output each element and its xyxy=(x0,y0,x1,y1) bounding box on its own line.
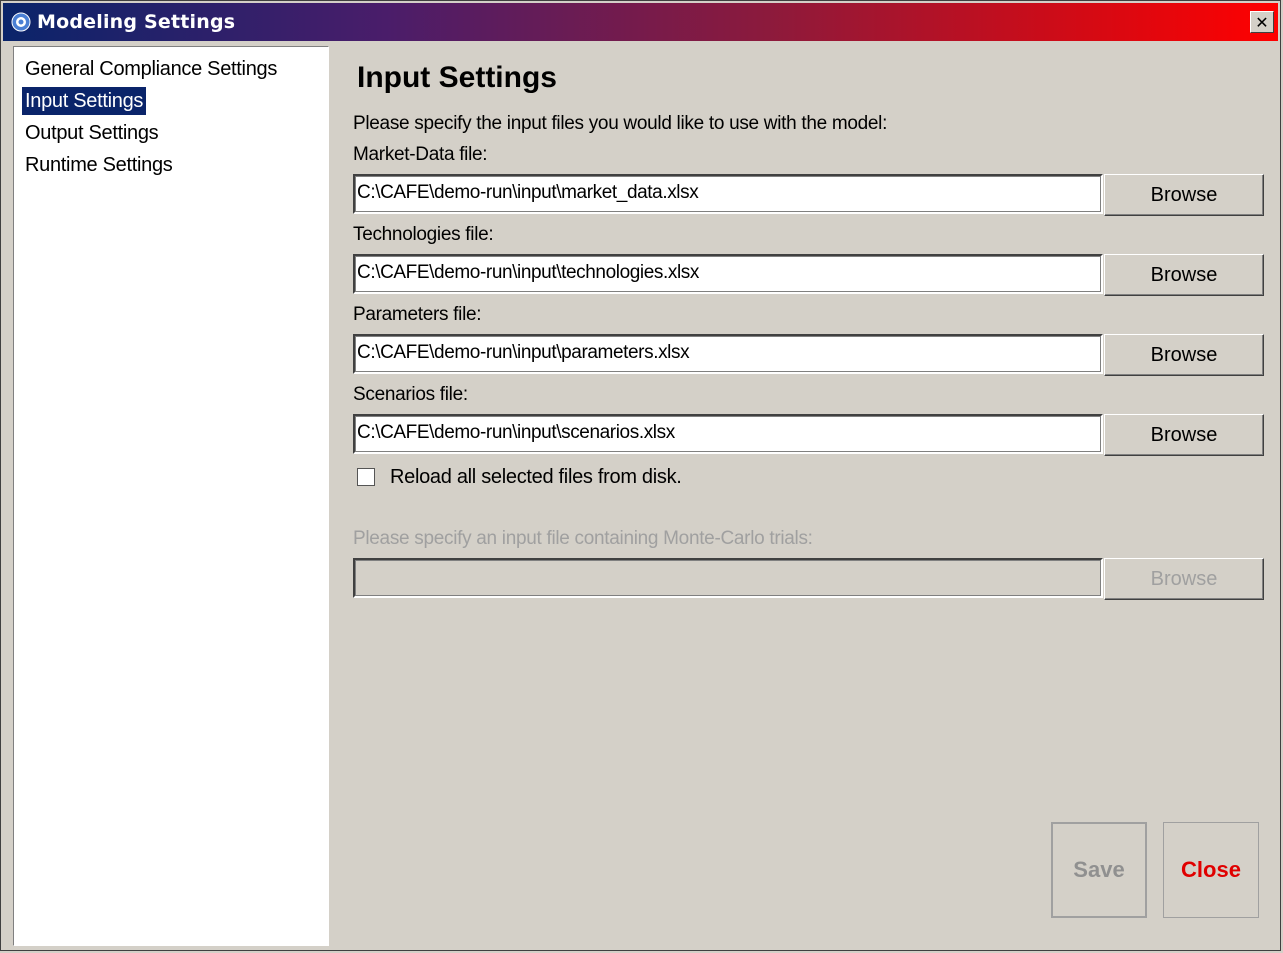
sidebar-item-general-compliance[interactable]: General Compliance Settings xyxy=(22,53,280,85)
close-icon[interactable]: ✕ xyxy=(1250,11,1274,33)
parameters-browse-button[interactable]: Browse xyxy=(1104,334,1264,376)
monte-carlo-input xyxy=(353,558,1103,598)
instruction-text: Please specify the input files you would… xyxy=(353,113,888,134)
settings-nav: General Compliance Settings Input Settin… xyxy=(13,46,329,946)
save-button[interactable]: Save xyxy=(1051,822,1147,918)
window-title: Modeling Settings xyxy=(37,11,236,33)
market-data-label: Market-Data file: xyxy=(353,144,488,165)
technologies-label: Technologies file: xyxy=(353,224,494,245)
title-bar[interactable]: Modeling Settings ✕ xyxy=(3,3,1278,41)
scenarios-input[interactable]: C:\CAFE\demo-run\input\scenarios.xlsx xyxy=(353,414,1103,454)
close-button[interactable]: Close xyxy=(1163,822,1259,918)
sidebar-item-output-settings[interactable]: Output Settings xyxy=(22,117,161,149)
modeling-settings-window: Modeling Settings ✕ General Compliance S… xyxy=(0,0,1281,951)
reload-checkbox[interactable] xyxy=(357,468,375,486)
parameters-label: Parameters file: xyxy=(353,304,482,325)
monte-carlo-browse-button: Browse xyxy=(1104,558,1264,600)
scenarios-label: Scenarios file: xyxy=(353,384,468,405)
gear-icon xyxy=(11,12,31,32)
technologies-browse-button[interactable]: Browse xyxy=(1104,254,1264,296)
market-data-input[interactable]: C:\CAFE\demo-run\input\market_data.xlsx xyxy=(353,174,1103,214)
reload-checkbox-label[interactable]: Reload all selected files from disk. xyxy=(390,466,682,489)
page-title: Input Settings xyxy=(357,61,557,94)
scenarios-browse-button[interactable]: Browse xyxy=(1104,414,1264,456)
market-data-browse-button[interactable]: Browse xyxy=(1104,174,1264,216)
monte-carlo-label: Please specify an input file containing … xyxy=(353,528,813,549)
parameters-input[interactable]: C:\CAFE\demo-run\input\parameters.xlsx xyxy=(353,334,1103,374)
sidebar-item-input-settings[interactable]: Input Settings xyxy=(22,87,147,115)
sidebar-item-runtime-settings[interactable]: Runtime Settings xyxy=(22,149,176,181)
technologies-input[interactable]: C:\CAFE\demo-run\input\technologies.xlsx xyxy=(353,254,1103,294)
